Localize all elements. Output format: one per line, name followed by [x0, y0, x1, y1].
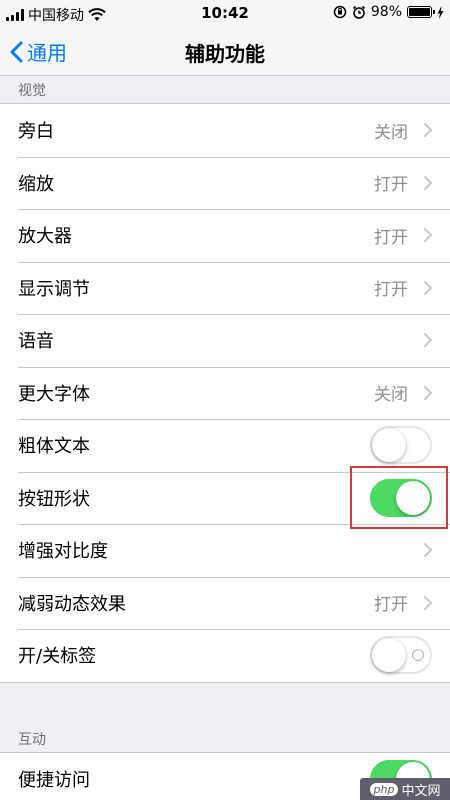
status-bar: 中国移动 10:42 98%: [0, 0, 450, 26]
watermark-logo: php: [369, 782, 399, 796]
row-label: 便捷访问: [18, 770, 90, 792]
settings-row[interactable]: 放大器 打开: [0, 209, 450, 262]
row-label: 按钮形状: [18, 488, 90, 510]
row-label: 增强对比度: [18, 541, 108, 563]
orientation-lock-icon: [333, 5, 347, 19]
alarm-icon: [352, 5, 365, 19]
watermark: php 中文网: [360, 778, 450, 800]
toggle-switch[interactable]: [370, 636, 432, 675]
settings-row[interactable]: 减弱动态效果 打开: [0, 576, 450, 630]
battery-icon: [407, 6, 435, 18]
row-label: 语音: [18, 331, 54, 353]
row-label: 更大字体: [18, 383, 90, 405]
settings-group-vision: 旁白 关闭 缩放 打开 放大器 打开 显示调节 打开 语音 更大字体 关闭 粗体文本 按钮形状 增强对比度…: [0, 103, 450, 683]
settings-row[interactable]: 显示调节 打开: [0, 261, 450, 315]
section-header-vision: 视觉: [18, 83, 46, 99]
toggle-knob: [372, 638, 406, 673]
row-value: 打开: [374, 175, 408, 196]
section-header-interaction: 互动: [18, 732, 46, 748]
settings-row[interactable]: 缩放 打开: [0, 156, 450, 210]
settings-row[interactable]: 开/关标签: [0, 629, 450, 682]
settings-row[interactable]: 旁白 关闭: [0, 104, 450, 157]
row-value: 打开: [374, 280, 408, 301]
row-value: 打开: [374, 595, 408, 616]
row-value: 关闭: [374, 122, 408, 143]
toggle-switch[interactable]: [370, 426, 432, 465]
chevron-right-icon: [424, 333, 432, 347]
navigation-bar: 通用 辅助功能: [0, 26, 450, 76]
row-label: 粗体文本: [18, 436, 90, 458]
chevron-right-icon: [424, 385, 432, 400]
off-label-circle-icon: [412, 649, 424, 662]
chevron-right-icon: [424, 543, 432, 557]
chevron-right-icon: [424, 228, 432, 242]
chevron-right-icon: [424, 280, 432, 295]
charging-bolt-icon: [437, 5, 444, 19]
row-label: 旁白: [18, 121, 54, 143]
row-value: 打开: [374, 227, 408, 248]
settings-row[interactable]: 粗体文本: [0, 419, 450, 472]
row-label: 缩放: [18, 173, 54, 195]
row-label: 减弱动态效果: [18, 593, 126, 615]
settings-row[interactable]: 更大字体 关闭: [0, 366, 450, 420]
page-title: 辅助功能: [185, 42, 265, 66]
highlight-box: [350, 466, 448, 529]
chevron-right-icon: [424, 123, 432, 137]
row-value: 关闭: [374, 385, 408, 406]
battery-percent: 98%: [370, 4, 402, 20]
toggle-knob: [372, 428, 406, 463]
row-label: 开/关标签: [18, 646, 97, 668]
settings-row[interactable]: 增强对比度: [0, 524, 450, 577]
watermark-text: 中文网: [401, 783, 441, 799]
status-right: 98%: [333, 4, 444, 20]
settings-row[interactable]: 语音: [0, 314, 450, 367]
chevron-right-icon: [424, 595, 432, 610]
chevron-right-icon: [424, 175, 432, 190]
row-label: 显示调节: [18, 278, 90, 300]
row-label: 放大器: [18, 226, 72, 248]
